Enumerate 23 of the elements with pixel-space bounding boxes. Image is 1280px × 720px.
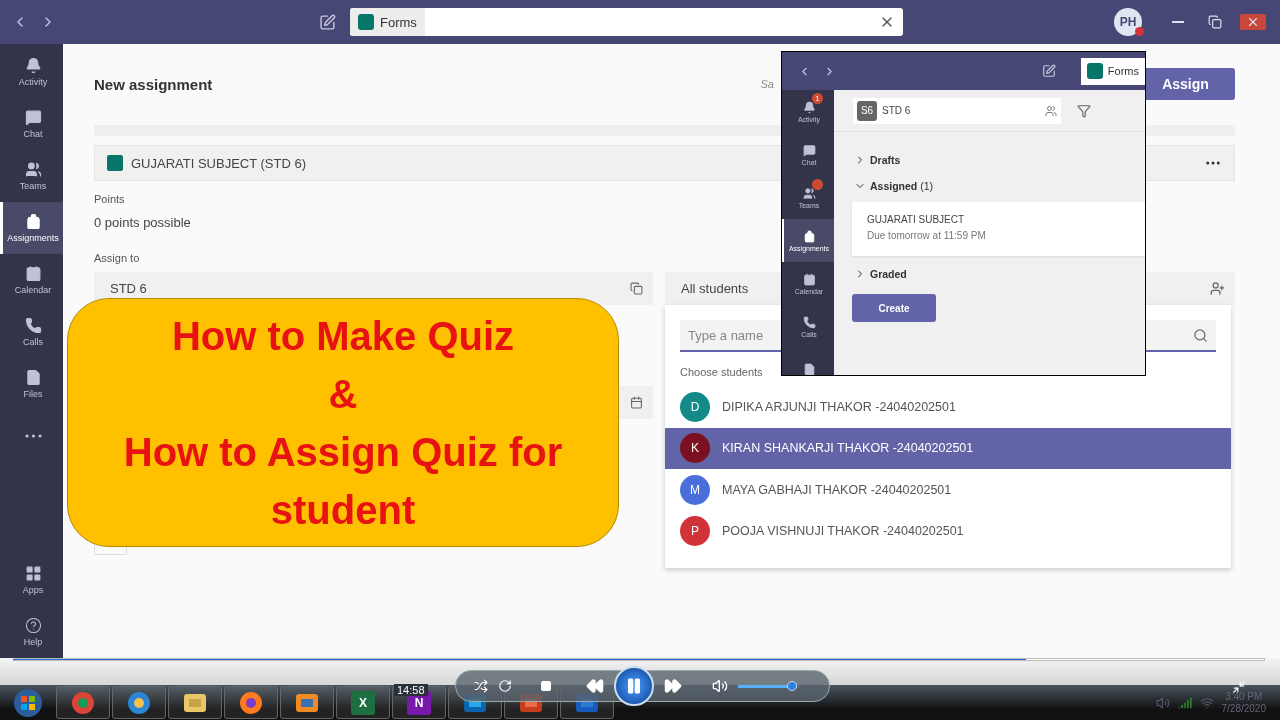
student-avatar: K xyxy=(680,433,710,464)
page-title: New assignment xyxy=(94,75,214,93)
chip-label: Forms xyxy=(380,14,417,30)
student-avatar: D xyxy=(680,391,710,422)
banner-text: How to Assign Quiz for xyxy=(123,428,563,476)
student-avatar: M xyxy=(680,474,710,505)
banner-text: How to Make Quiz xyxy=(171,312,515,360)
spreadsheet-icon: X xyxy=(351,690,375,715)
banner-text: student xyxy=(270,486,416,534)
app-chip: Forms xyxy=(1080,57,1145,85)
field-label: Assign to xyxy=(94,252,140,264)
field-label: Points xyxy=(94,193,125,205)
points-value: 0 points possible xyxy=(94,215,191,230)
attachment-title: GUJARATI SUBJECT (STD 6) xyxy=(131,155,307,171)
class-badge: S6 xyxy=(857,100,877,121)
due-date: Due tomorrow at 11:59 PM xyxy=(867,230,987,241)
student-avatar: P xyxy=(680,516,710,547)
elapsed-time-tooltip: 14:58 xyxy=(394,684,428,696)
card-title: GUJARATI SUBJECT xyxy=(867,214,966,225)
save-status: Sa xyxy=(760,78,774,90)
banner-text: & xyxy=(328,370,358,418)
list-heading: Choose students xyxy=(680,366,763,378)
class-name: STD 6 xyxy=(882,105,911,116)
